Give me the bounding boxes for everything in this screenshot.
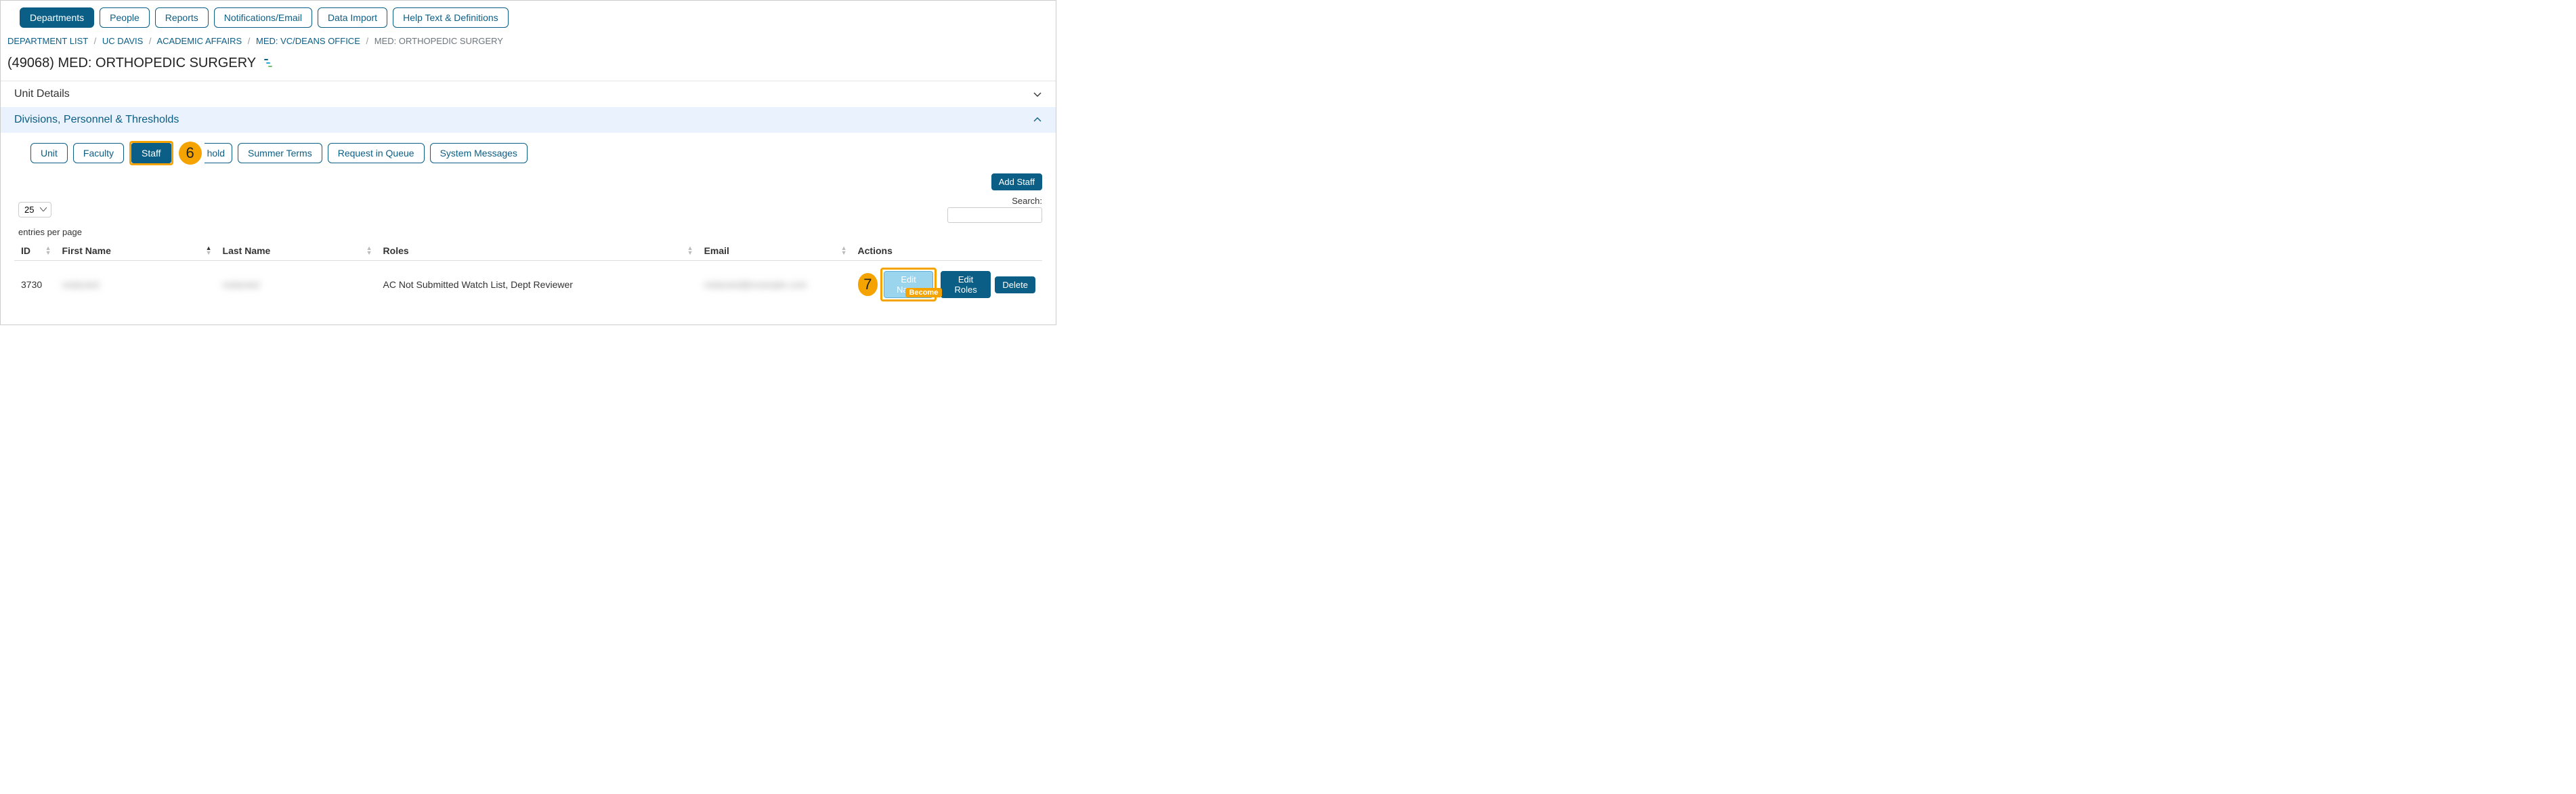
tab-data-import[interactable]: Data Import [318, 7, 387, 28]
app-frame: Departments People Reports Notifications… [0, 0, 1056, 325]
sort-icon: ▲▼ [841, 246, 847, 255]
page-title: (49068) MED: ORTHOPEDIC SURGERY [7, 56, 256, 71]
delete-button[interactable]: Delete [995, 276, 1035, 293]
breadcrumb-sep: / [94, 36, 97, 46]
staff-table: ID ▲▼ First Name ▲▼ Last Name ▲▼ Roles ▲… [14, 241, 1042, 308]
col-actions: Actions [851, 241, 1042, 261]
toolbar-right: Add Staff [1, 173, 1056, 194]
col-id[interactable]: ID ▲▼ [14, 241, 56, 261]
table-header-row: ID ▲▼ First Name ▲▼ Last Name ▲▼ Roles ▲… [14, 241, 1042, 261]
cell-email: redacted@example.com [697, 261, 851, 309]
breadcrumb-link[interactable]: MED: VC/DEANS OFFICE [256, 36, 360, 46]
col-roles[interactable]: Roles ▲▼ [377, 241, 697, 261]
subtab-faculty[interactable]: Faculty [73, 143, 124, 163]
subtab-threshold-partial[interactable]: hold [205, 143, 232, 163]
sort-icon: ▲▼ [206, 246, 212, 255]
col-email[interactable]: Email ▲▼ [697, 241, 851, 261]
breadcrumb: DEPARTMENT LIST / UC DAVIS / ACADEMIC AF… [1, 33, 1056, 51]
breadcrumb-link[interactable]: DEPARTMENT LIST [7, 36, 88, 46]
section-title: Unit Details [14, 88, 70, 100]
cell-first-name: redacted [56, 261, 216, 309]
tab-reports[interactable]: Reports [155, 7, 209, 28]
breadcrumb-current: MED: ORTHOPEDIC SURGERY [374, 36, 503, 46]
breadcrumb-link[interactable]: ACADEMIC AFFAIRS [156, 36, 242, 46]
step-badge-6: 6 [179, 142, 202, 165]
section-title: Divisions, Personnel & Thresholds [14, 114, 179, 126]
sort-icon: ▲▼ [687, 246, 693, 255]
cell-roles: AC Not Submitted Watch List, Dept Review… [377, 261, 697, 309]
entries-per-page: 25 [18, 202, 51, 217]
tab-help[interactable]: Help Text & Definitions [393, 7, 509, 28]
become-badge: Become [905, 288, 943, 297]
step6-highlight: Staff [129, 141, 173, 165]
tab-departments[interactable]: Departments [20, 7, 94, 28]
subtabs: Unit Faculty Staff 6 hold Summer Terms R… [1, 133, 1056, 173]
table-row: 3730 redacted redacted AC Not Submitted … [14, 261, 1042, 309]
breadcrumb-sep: / [149, 36, 152, 46]
tab-notifications[interactable]: Notifications/Email [214, 7, 312, 28]
tab-people[interactable]: People [100, 7, 150, 28]
section-unit-details[interactable]: Unit Details [1, 81, 1056, 107]
entries-label: entries per page [1, 227, 1056, 237]
col-first-name[interactable]: First Name ▲▼ [56, 241, 216, 261]
subtab-request-queue[interactable]: Request in Queue [328, 143, 425, 163]
entries-select[interactable]: 25 [18, 202, 51, 217]
org-hierarchy-icon[interactable] [263, 59, 274, 68]
subtab-unit[interactable]: Unit [30, 143, 68, 163]
page-title-row: (49068) MED: ORTHOPEDIC SURGERY [1, 51, 1056, 81]
step-badge-7: 7 [858, 273, 878, 296]
subtab-system-messages[interactable]: System Messages [430, 143, 528, 163]
cell-last-name: redacted [216, 261, 377, 309]
breadcrumb-sep: / [366, 36, 369, 46]
subtab-staff[interactable]: Staff [131, 143, 171, 163]
chevron-up-icon [1033, 115, 1042, 125]
top-nav: Departments People Reports Notifications… [1, 1, 1056, 33]
controls-row: 25 Search: [1, 194, 1056, 224]
subtab-summer-terms[interactable]: Summer Terms [238, 143, 322, 163]
sort-icon: ▲▼ [366, 246, 372, 255]
col-last-name[interactable]: Last Name ▲▼ [216, 241, 377, 261]
sort-icon: ▲▼ [45, 246, 51, 255]
search-input[interactable] [947, 207, 1042, 223]
breadcrumb-link[interactable]: UC DAVIS [102, 36, 143, 46]
chevron-down-icon [1033, 89, 1042, 99]
section-divisions[interactable]: Divisions, Personnel & Thresholds [1, 107, 1056, 133]
breadcrumb-sep: / [248, 36, 251, 46]
cell-id: 3730 [14, 261, 56, 309]
cell-actions: 7 Edit Name Edit Roles Delete Become [851, 261, 1042, 309]
add-staff-button[interactable]: Add Staff [991, 173, 1042, 190]
search-label: Search: [947, 196, 1042, 206]
search-area: Search: [947, 196, 1042, 223]
edit-roles-button[interactable]: Edit Roles [941, 271, 991, 298]
